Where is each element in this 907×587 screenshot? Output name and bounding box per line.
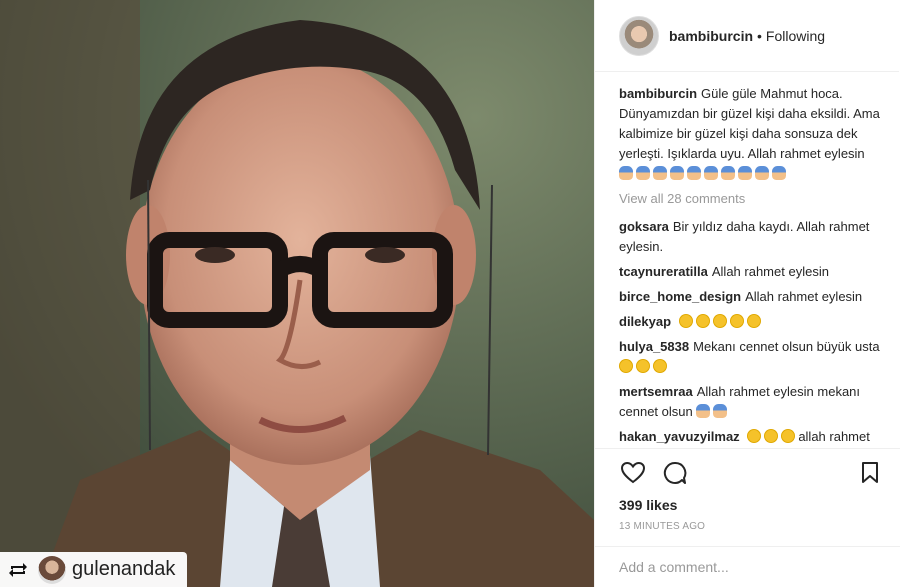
praying-emoji — [696, 404, 711, 418]
comment-item: dilekyap — [619, 312, 883, 332]
sad-face-emoji — [678, 314, 693, 328]
caption: bambiburcin Güle güle Mahmut hoca. Dünyam… — [619, 84, 883, 184]
sad-face-emoji — [747, 429, 762, 443]
view-all-comments-link[interactable]: View all 28 comments — [619, 189, 883, 209]
post-side-panel: bambiburcin • Following bambiburcin Güle … — [594, 0, 907, 587]
heart-icon — [621, 462, 645, 484]
praying-emoji — [670, 166, 684, 180]
comment-username[interactable]: dilekyap — [619, 314, 671, 329]
praying-emoji — [619, 166, 633, 180]
sad-face-emoji — [653, 359, 667, 373]
sad-face-emoji — [636, 359, 650, 373]
repost-icon — [6, 560, 30, 580]
caption-username[interactable]: bambiburcin — [619, 86, 697, 101]
like-button[interactable] — [619, 459, 647, 487]
sad-face-emoji — [695, 314, 710, 328]
comment-item: goksara Bir yıldız daha kaydı. Allah rahm… — [619, 217, 883, 257]
comment-text: Mekanı cennet olsun büyük usta — [693, 339, 880, 354]
praying-emoji — [713, 404, 728, 418]
comment-icon — [663, 461, 687, 484]
comment-item: hakan_yavuzyilmaz allah rahmet eylesin — [619, 427, 883, 448]
repost-avatar — [38, 555, 66, 584]
save-button[interactable] — [856, 459, 884, 487]
comment-item: tcaynureratilla Allah rahmet eylesin — [619, 262, 883, 282]
likes-count[interactable]: 399 likes — [619, 497, 884, 519]
comments-section: bambiburcin Güle güle Mahmut hoca. Dünyam… — [595, 72, 899, 448]
praying-emoji — [636, 166, 650, 180]
praying-emoji — [704, 166, 718, 180]
comment-text: Allah rahmet eylesin — [711, 264, 829, 279]
repost-tag[interactable]: gulenandak — [0, 552, 188, 587]
praying-emoji — [772, 166, 786, 180]
caption-emojis — [619, 166, 789, 181]
comment-item: birce_home_design Allah rahmet eylesin — [619, 287, 883, 307]
sad-face-emoji — [619, 359, 633, 373]
sad-face-emoji — [781, 429, 796, 443]
comment-username[interactable]: hulya_5838 — [619, 339, 689, 354]
comment-username[interactable]: goksara — [619, 219, 669, 234]
comment-username[interactable]: birce_home_design — [619, 289, 741, 304]
comment-text: Allah rahmet eylesin — [745, 289, 863, 304]
post-header: bambiburcin • Following — [595, 0, 899, 72]
praying-emoji — [721, 166, 735, 180]
following-button[interactable]: Following — [766, 28, 825, 44]
header-username[interactable]: bambiburcin — [669, 28, 753, 44]
comment-item: mertsemraa Allah rahmet eylesin mekanı ce… — [619, 382, 883, 422]
sad-face-emoji — [729, 314, 744, 328]
comment-item: hulya_5838 Mekanı cennet olsun büyük usta — [619, 337, 883, 377]
action-bar — [619, 449, 884, 497]
repost-username[interactable]: gulenandak — [72, 558, 175, 581]
praying-emoji — [738, 166, 752, 180]
sad-face-emoji — [712, 314, 727, 328]
comment-list: goksara Bir yıldız daha kaydı. Allah rahm… — [619, 217, 883, 448]
post-actions-area: 399 likes 13 MINUTES AGO — [595, 448, 900, 532]
post-photo[interactable]: gulenandak — [0, 0, 594, 587]
sad-face-emoji — [746, 314, 761, 328]
add-comment-input[interactable] — [619, 559, 884, 575]
add-comment-area — [595, 546, 900, 587]
photo-image — [0, 0, 594, 587]
praying-emoji — [755, 166, 769, 180]
post-timestamp[interactable]: 13 MINUTES AGO — [619, 521, 884, 532]
sad-face-emoji — [764, 429, 779, 443]
user-avatar[interactable] — [619, 15, 659, 56]
comment-button[interactable] — [661, 459, 689, 487]
praying-emoji — [653, 166, 667, 180]
header-separator: • — [757, 27, 762, 44]
comment-username[interactable]: tcaynureratilla — [619, 264, 708, 279]
bookmark-icon — [862, 462, 878, 483]
comment-username[interactable]: mertsemraa — [619, 384, 693, 399]
comment-username[interactable]: hakan_yavuzyilmaz — [619, 429, 740, 444]
praying-emoji — [687, 166, 701, 180]
